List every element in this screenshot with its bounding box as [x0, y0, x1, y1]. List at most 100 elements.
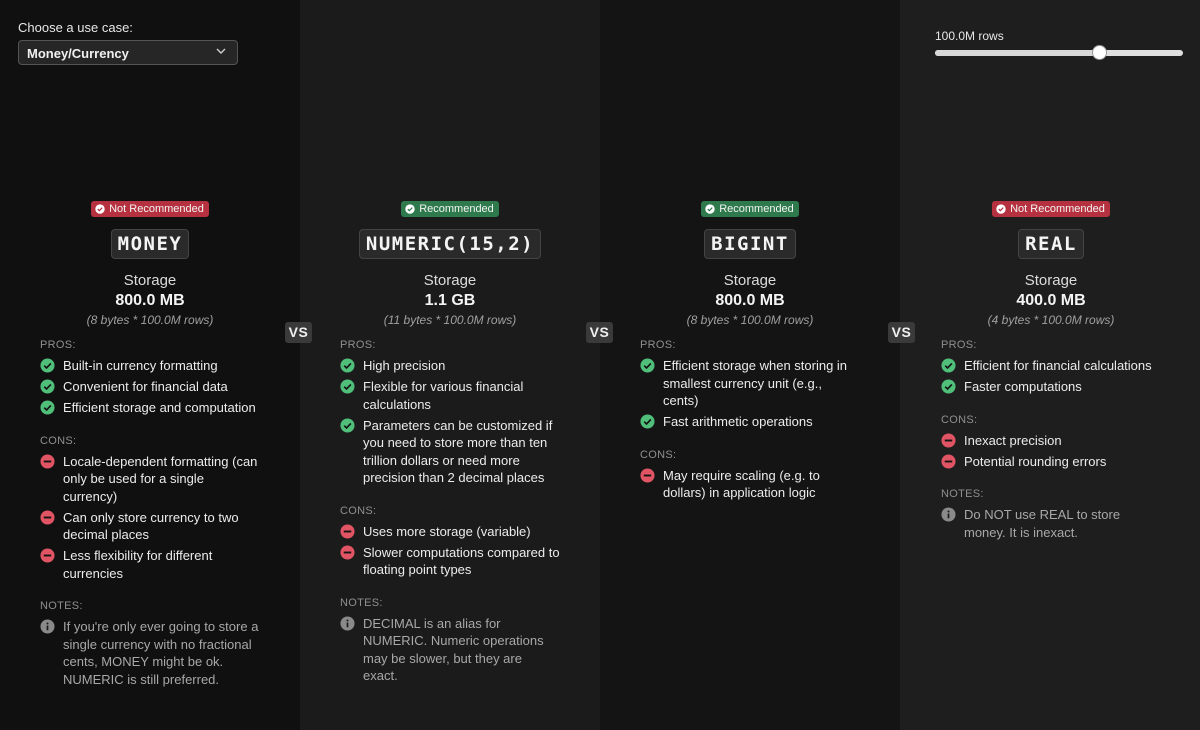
minus-circle-icon	[340, 544, 355, 560]
cons-title: CONS:	[40, 434, 77, 447]
con-item: May require scaling (e.g. to dollars) in…	[640, 467, 860, 502]
minus-circle-icon	[640, 467, 655, 483]
check-circle-icon	[996, 204, 1006, 214]
notes-section: NOTES: DECIMAL is an alias for NUMERIC. N…	[340, 597, 560, 685]
cons-title: CONS:	[340, 504, 377, 517]
pros-title: PROS:	[40, 339, 76, 351]
notes-title: NOTES:	[941, 488, 984, 500]
minus-circle-icon	[40, 453, 55, 469]
con-item: Less flexibility for different currencie…	[40, 547, 260, 582]
type-name: BIGINT	[704, 229, 796, 259]
con-text: Inexact precision	[964, 432, 1062, 448]
check-circle-icon	[95, 204, 105, 214]
pro-item: Efficient storage and computation	[40, 399, 260, 417]
details: PROS: Built-in currency formatting Conveni…	[0, 339, 300, 688]
storage-detail: (8 bytes * 100.0M rows)	[86, 313, 214, 327]
check-circle-icon	[640, 358, 655, 373]
storage-value: 400.0 MB	[1016, 292, 1086, 309]
slider-thumb[interactable]	[1091, 45, 1107, 60]
note-text: Do NOT use REAL to store money. It is in…	[964, 507, 1121, 540]
con-item: Potential rounding errors	[941, 453, 1161, 471]
minus-circle-icon	[941, 453, 956, 469]
pro-item: Convenient for financial data	[40, 378, 260, 396]
con-item: Uses more storage (variable)	[340, 523, 560, 541]
cons-section: CONS: Locale-dependent formatting (can on…	[40, 435, 260, 583]
minus-circle-icon	[340, 523, 355, 539]
pro-text: Efficient for financial calculations	[964, 358, 1152, 373]
con-text: Locale-dependent formatting (can only be…	[63, 453, 258, 504]
minus-circle-icon	[40, 509, 55, 525]
note-text: If you're only ever going to store a sin…	[63, 619, 259, 687]
pro-text: Flexible for various financial calculati…	[363, 379, 524, 412]
pro-item: Fast arithmetic operations	[640, 413, 860, 431]
con-item: Inexact precision	[941, 432, 1161, 450]
pros-title: PROS:	[941, 339, 977, 351]
info-icon	[340, 615, 355, 631]
cons-title: CONS:	[640, 448, 677, 461]
pro-text: Faster computations	[964, 379, 1082, 394]
info-icon	[40, 619, 55, 634]
usecase-select[interactable]: Money/Currency	[18, 40, 238, 65]
check-circle-icon	[941, 379, 956, 394]
details: PROS: High precision Flexible for various …	[300, 339, 600, 685]
storage-detail: (8 bytes * 100.0M rows)	[686, 313, 814, 327]
recommendation-badge: Not Recommended	[91, 201, 209, 217]
rows-label: 100.0M rows	[935, 29, 1004, 43]
pros-section: PROS: High precision Flexible for various …	[340, 339, 560, 487]
con-text: Uses more storage (variable)	[363, 523, 531, 539]
check-circle-icon	[640, 414, 655, 429]
pro-item: Efficient storage when storing in smalle…	[640, 357, 860, 410]
pro-item: Flexible for various financial calculati…	[340, 378, 560, 413]
check-circle-icon	[40, 400, 55, 415]
pro-text: Fast arithmetic operations	[663, 414, 813, 429]
pro-text: Built-in currency formatting	[63, 358, 218, 373]
type-card: Recommended NUMERIC(15,2) Storage 1.1 GB (11…	[300, 201, 600, 703]
note-item: DECIMAL is an alias for NUMERIC. Numeric…	[340, 615, 560, 685]
pros-title: PROS:	[640, 339, 676, 351]
storage-label: Storage	[423, 272, 477, 289]
type-name: REAL	[1018, 229, 1084, 259]
pros-title: PROS:	[340, 339, 376, 351]
cons-section: CONS: Uses more storage (variable) Slower …	[340, 505, 560, 579]
storage-label: Storage	[1024, 272, 1078, 289]
pro-text: Efficient storage when storing in smalle…	[663, 358, 848, 408]
recommendation-badge: Recommended	[701, 201, 799, 217]
cons-section: CONS: May require scaling (e.g. to dollar…	[640, 449, 860, 502]
pro-text: High precision	[363, 358, 446, 373]
details: PROS: Efficient storage when storing in s…	[600, 339, 900, 502]
type-card: Not Recommended MONEY Storage 800.0 MB (8 by…	[0, 201, 300, 706]
check-circle-icon	[40, 358, 55, 373]
type-card: Recommended BIGINT Storage 800.0 MB (8 bytes…	[600, 201, 900, 520]
rows-slider[interactable]	[935, 45, 1183, 60]
type-name: NUMERIC(15,2)	[358, 229, 542, 259]
pro-item: Parameters can be customized if you need…	[340, 417, 560, 487]
notes-section: NOTES: If you're only ever going to store…	[40, 600, 260, 688]
usecase-label: Choose a use case:	[18, 20, 133, 35]
minus-circle-icon	[941, 432, 956, 448]
con-item: Locale-dependent formatting (can only be…	[40, 453, 260, 506]
pros-section: PROS: Built-in currency formatting Conveni…	[40, 339, 260, 417]
badge-label: Recommended	[719, 203, 794, 215]
pro-item: Efficient for financial calculations	[941, 357, 1161, 375]
note-item: If you're only ever going to store a sin…	[40, 618, 260, 688]
con-text: Slower computations compared to floating…	[363, 544, 560, 578]
badge-label: Not Recommended	[1010, 203, 1105, 215]
type-name: MONEY	[110, 229, 190, 259]
pro-item: High precision	[340, 357, 560, 375]
con-text: Potential rounding errors	[964, 453, 1107, 469]
slider-fill	[935, 50, 1099, 56]
note-text: DECIMAL is an alias for NUMERIC. Numeric…	[363, 615, 544, 684]
minus-circle-icon	[40, 548, 55, 563]
type-card: Not Recommended REAL Storage 400.0 MB (4 byt…	[901, 201, 1200, 559]
chevron-down-icon	[216, 48, 226, 54]
check-circle-icon	[40, 379, 55, 394]
recommendation-badge: Recommended	[401, 201, 499, 217]
con-text: Less flexibility for different currencie…	[63, 548, 213, 581]
notes-title: NOTES:	[340, 596, 383, 609]
con-item: Slower computations compared to floating…	[340, 544, 560, 579]
recommendation-badge: Not Recommended	[992, 201, 1110, 217]
notes-section: NOTES: Do NOT use REAL to store money. It…	[941, 488, 1161, 541]
check-circle-icon	[941, 358, 956, 373]
con-text: May require scaling (e.g. to dollars) in…	[663, 467, 820, 501]
pro-text: Efficient storage and computation	[63, 400, 256, 415]
